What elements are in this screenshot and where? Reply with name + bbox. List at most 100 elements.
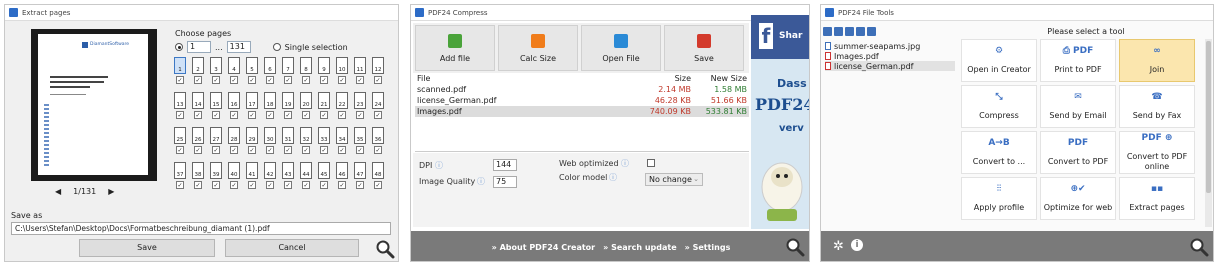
color-model-dropdown[interactable]: No change ⌄ [645,173,703,186]
page-thumbnail[interactable]: 27 ✓ [209,127,223,157]
page-checkbox[interactable]: ✓ [338,76,346,84]
page-thumbnail[interactable]: 11 ✓ [353,57,367,87]
list-options-icon[interactable] [867,27,876,36]
page-checkbox[interactable]: ✓ [266,181,274,189]
table-row[interactable]: license_German.pdf 46.28 KB 51.66 KB [415,95,749,106]
prev-page-icon[interactable]: ◀ [55,187,61,196]
page-checkbox[interactable]: ✓ [284,111,292,119]
page-checkbox[interactable]: ✓ [176,181,184,189]
page-thumbnail[interactable]: 36 ✓ [371,127,385,157]
page-checkbox[interactable]: ✓ [248,146,256,154]
page-thumbnail[interactable]: 3 ✓ [209,57,223,87]
page-checkbox[interactable]: ✓ [356,111,364,119]
about-link[interactable]: » About PDF24 Creator [492,243,595,252]
tool-open-in-creator[interactable]: ⚙ Open in Creator [961,39,1037,82]
page-thumbnail[interactable]: 18 ✓ [263,92,277,122]
page-thumbnail[interactable]: 30 ✓ [263,127,277,157]
tool-extract-pages[interactable]: ▪▪ Extract pages [1119,177,1195,220]
calc-size-button[interactable]: Calc Size [498,25,578,71]
page-checkbox[interactable]: ✓ [194,181,202,189]
page-checkbox[interactable]: ✓ [212,146,220,154]
page-thumbnail[interactable]: 43 ✓ [281,162,295,192]
open-file-button[interactable]: Open File [581,25,661,71]
cancel-button[interactable]: Cancel [225,239,359,257]
page-thumbnail[interactable]: 41 ✓ [245,162,259,192]
page-thumbnail[interactable]: 19 ✓ [281,92,295,122]
page-checkbox[interactable]: ✓ [320,181,328,189]
page-checkbox[interactable]: ✓ [194,111,202,119]
page-checkbox[interactable]: ✓ [284,146,292,154]
page-checkbox[interactable]: ✓ [194,146,202,154]
page-checkbox[interactable]: ✓ [194,76,202,84]
page-thumbnail[interactable]: 48 ✓ [371,162,385,192]
page-thumbnail[interactable]: 7 ✓ [281,57,295,87]
page-checkbox[interactable]: ✓ [302,146,310,154]
move-up-icon[interactable] [845,27,854,36]
tool-compress[interactable]: ⤡ Compress [961,85,1037,128]
page-thumbnail[interactable]: 46 ✓ [335,162,349,192]
page-checkbox[interactable]: ✓ [374,76,382,84]
page-checkbox[interactable]: ✓ [356,146,364,154]
page-checkbox[interactable]: ✓ [266,111,274,119]
dpi-input[interactable]: 144 [493,159,517,171]
save-button[interactable]: Save [664,25,744,71]
page-thumbnail[interactable]: 9 ✓ [317,57,331,87]
page-thumbnail[interactable]: 13 ✓ [173,92,187,122]
image-quality-input[interactable]: 75 [493,176,517,188]
remove-icon[interactable] [834,27,843,36]
page-thumbnail[interactable]: 22 ✓ [335,92,349,122]
page-thumbnail[interactable]: 37 ✓ [173,162,187,192]
web-optimized-checkbox[interactable] [647,159,655,167]
page-checkbox[interactable]: ✓ [248,181,256,189]
page-checkbox[interactable]: ✓ [302,111,310,119]
page-checkbox[interactable]: ✓ [230,111,238,119]
page-checkbox[interactable]: ✓ [230,146,238,154]
tool-join[interactable]: ∞ Join [1119,39,1195,82]
page-checkbox[interactable]: ✓ [248,111,256,119]
page-thumbnail[interactable]: 5 ✓ [245,57,259,87]
zoom-icon[interactable] [1189,237,1209,257]
page-thumbnail[interactable]: 1 ✓ [173,57,187,87]
table-row[interactable]: scanned.pdf 2.14 MB 1.58 MB [415,84,749,95]
page-thumbnail[interactable]: 21 ✓ [317,92,331,122]
list-item[interactable]: summer-seapams.jpg [825,41,955,51]
tool-convert-to-pdf[interactable]: PDF Convert to PDF [1040,131,1116,174]
page-thumbnail[interactable]: 40 ✓ [227,162,241,192]
page-thumbnail[interactable]: 2 ✓ [191,57,205,87]
save-button[interactable]: Save [79,239,215,257]
page-checkbox[interactable]: ✓ [374,111,382,119]
tool-convert-to-pdf-online[interactable]: PDF ⊕ Convert to PDF online [1119,131,1195,174]
tool-convert-to[interactable]: A→B Convert to ... [961,131,1037,174]
page-checkbox[interactable]: ✓ [320,146,328,154]
page-thumbnail[interactable]: 33 ✓ [317,127,331,157]
page-checkbox[interactable]: ✓ [176,111,184,119]
page-checkbox[interactable]: ✓ [302,181,310,189]
save-path-field[interactable]: C:\Users\Stefan\Desktop\Docs\Formatbesch… [11,222,391,235]
page-checkbox[interactable]: ✓ [248,76,256,84]
page-thumbnail[interactable]: 44 ✓ [299,162,313,192]
list-item[interactable]: license_German.pdf [825,61,955,71]
page-thumbnail[interactable]: 20 ✓ [299,92,313,122]
page-thumbnail[interactable]: 45 ✓ [317,162,331,192]
move-down-icon[interactable] [856,27,865,36]
page-thumbnail[interactable]: 24 ✓ [371,92,385,122]
advertisement[interactable]: f Shar Dass PDF24 verv [751,15,809,229]
add-icon[interactable] [823,27,832,36]
page-checkbox[interactable]: ✓ [302,76,310,84]
page-checkbox[interactable]: ✓ [212,181,220,189]
range-radio[interactable] [175,43,183,51]
page-checkbox[interactable]: ✓ [230,181,238,189]
page-thumbnail[interactable]: 26 ✓ [191,127,205,157]
page-checkbox[interactable]: ✓ [374,146,382,154]
page-checkbox[interactable]: ✓ [266,76,274,84]
info-icon[interactable]: i [851,239,863,251]
page-checkbox[interactable]: ✓ [374,181,382,189]
page-checkbox[interactable]: ✓ [356,76,364,84]
tool-send-by-email[interactable]: ✉ Send by Email [1040,85,1116,128]
page-checkbox[interactable]: ✓ [338,111,346,119]
page-thumbnail[interactable]: 35 ✓ [353,127,367,157]
tool-apply-profile[interactable]: ⫶⫶ Apply profile [961,177,1037,220]
table-row[interactable]: Images.pdf 740.09 KB 533.81 KB [415,106,749,117]
page-thumbnail[interactable]: 17 ✓ [245,92,259,122]
page-checkbox[interactable]: ✓ [284,76,292,84]
